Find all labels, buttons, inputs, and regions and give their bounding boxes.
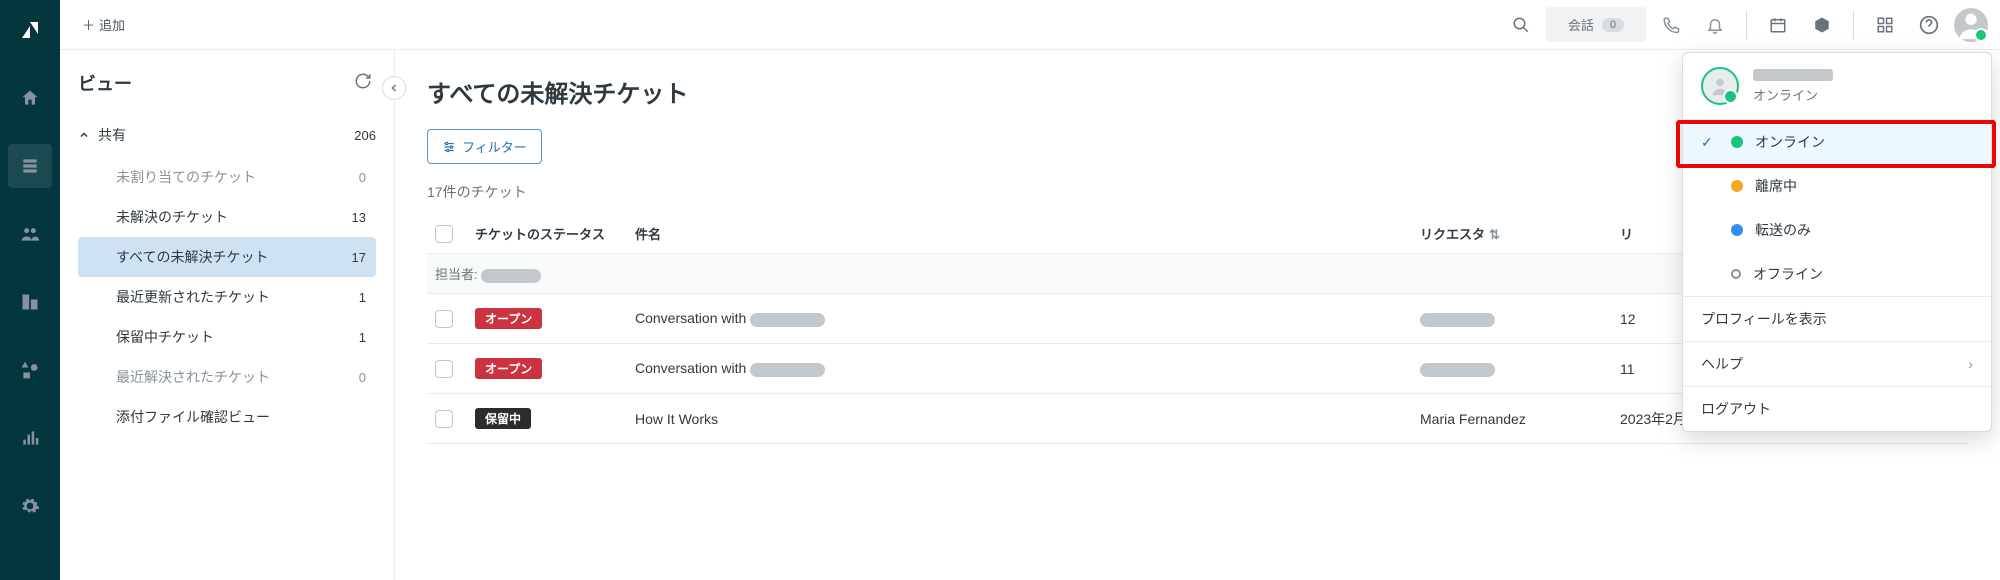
profile-avatar-button[interactable] — [1954, 8, 1988, 42]
status-badge: オープン — [475, 358, 542, 379]
phone-icon[interactable] — [1652, 6, 1690, 44]
add-label: 追加 — [99, 15, 125, 34]
refresh-button[interactable] — [350, 68, 376, 97]
rail-customers-icon[interactable] — [8, 212, 52, 256]
apps-icon[interactable] — [1866, 6, 1904, 44]
status-label: 離席中 — [1755, 176, 1797, 196]
help-label: ヘルプ — [1701, 354, 1743, 374]
online-dot-icon — [1731, 136, 1743, 148]
plus-icon: ＋ — [82, 15, 95, 34]
help-item[interactable]: ヘルプ › — [1683, 342, 1991, 386]
view-item-unassigned[interactable]: 未割り当てのチケット0 — [78, 157, 376, 197]
subject: Conversation with — [635, 360, 746, 376]
subject: Conversation with — [635, 310, 746, 326]
status-label: オフライン — [1753, 264, 1823, 284]
package-icon[interactable] — [1803, 6, 1841, 44]
row-checkbox[interactable] — [435, 360, 453, 378]
conversation-count: 0 — [1602, 18, 1624, 32]
logout-label: ログアウト — [1701, 399, 1771, 419]
group-label: 担当者: — [435, 267, 478, 282]
help-icon[interactable] — [1910, 6, 1948, 44]
view-item-unresolved[interactable]: 未解決のチケット13 — [78, 197, 376, 237]
redacted-name — [1753, 69, 1833, 81]
calendar-icon[interactable] — [1759, 6, 1797, 44]
group-shared[interactable]: 共有 206 — [78, 117, 376, 153]
view-profile-item[interactable]: プロフィールを表示 — [1683, 297, 1991, 341]
rail-settings-icon[interactable] — [8, 484, 52, 528]
logout-item[interactable]: ログアウト — [1683, 387, 1991, 431]
chevron-down-icon — [78, 129, 90, 141]
cell-requester: Maria Fernandez — [1420, 411, 1620, 427]
avatar-icon — [1701, 67, 1739, 105]
select-all-checkbox[interactable] — [435, 225, 453, 243]
redacted-text — [750, 363, 825, 377]
transfer-dot-icon — [1731, 224, 1743, 236]
view-item-recently-solved[interactable]: 最近解決されたチケット0 — [78, 357, 376, 397]
redacted-text — [481, 269, 541, 283]
check-icon: ✓ — [1701, 134, 1719, 151]
dropdown-profile-section: オンライン — [1683, 53, 1991, 119]
row-checkbox[interactable] — [435, 310, 453, 328]
search-icon[interactable] — [1502, 6, 1540, 44]
redacted-text — [1420, 363, 1495, 377]
current-status-label: オンライン — [1753, 85, 1833, 104]
sidebar-title: ビュー — [78, 70, 132, 96]
view-item-all-unresolved[interactable]: すべての未解決チケット17 — [78, 237, 376, 277]
col-status[interactable]: チケットのステータス — [475, 224, 635, 243]
status-label: オンライン — [1755, 132, 1825, 152]
col-requester[interactable]: リクエスタ⇅ — [1420, 224, 1620, 243]
filter-icon — [442, 140, 456, 154]
col-subject[interactable]: 件名 — [635, 224, 1420, 243]
redacted-text — [750, 313, 825, 327]
group-label: 共有 — [98, 125, 126, 145]
status-option-transfer[interactable]: 転送のみ — [1683, 208, 1991, 252]
rail-home-icon[interactable] — [8, 76, 52, 120]
profile-dropdown: オンライン ✓ オンライン 離席中 転送のみ — [1682, 52, 1992, 432]
view-list: 未割り当てのチケット0 未解決のチケット13 すべての未解決チケット17 最近更… — [78, 157, 376, 437]
status-option-away[interactable]: 離席中 — [1683, 164, 1991, 208]
left-nav-rail — [0, 0, 60, 580]
status-badge: オープン — [475, 308, 542, 329]
sort-icon: ⇅ — [1489, 227, 1500, 242]
bell-icon[interactable] — [1696, 6, 1734, 44]
view-item-pending[interactable]: 保留中チケット1 — [78, 317, 376, 357]
status-label: 転送のみ — [1755, 220, 1811, 240]
collapse-sidebar-button[interactable] — [382, 76, 406, 100]
add-button[interactable]: ＋ 追加 — [72, 9, 135, 40]
rail-reports-icon[interactable] — [8, 416, 52, 460]
status-badge: 保留中 — [475, 408, 531, 429]
row-checkbox[interactable] — [435, 410, 453, 428]
view-item-attachments[interactable]: 添付ファイル確認ビュー — [78, 397, 376, 437]
away-dot-icon — [1731, 180, 1743, 192]
group-count: 206 — [354, 128, 376, 143]
status-option-offline[interactable]: オフライン — [1683, 252, 1991, 296]
subject: How It Works — [635, 411, 1420, 427]
rail-views-icon[interactable] — [8, 144, 52, 188]
conversation-button[interactable]: 会話 0 — [1546, 7, 1646, 42]
redacted-text — [1420, 313, 1495, 327]
view-profile-label: プロフィールを表示 — [1701, 309, 1827, 329]
filter-button[interactable]: フィルター — [427, 129, 542, 164]
views-sidebar: ビュー 共有 206 未割り当てのチケット0 未解決のチケット13 すべての未解… — [60, 50, 395, 580]
rail-shapes-icon[interactable] — [8, 348, 52, 392]
conversation-label: 会話 — [1568, 15, 1594, 34]
divider — [1853, 11, 1854, 39]
divider — [1746, 11, 1747, 39]
topbar: ＋ 追加 会話 0 — [60, 0, 2000, 50]
view-item-recently-updated[interactable]: 最近更新されたチケット1 — [78, 277, 376, 317]
status-option-online[interactable]: ✓ オンライン — [1683, 120, 1991, 164]
chevron-right-icon: › — [1968, 356, 1973, 372]
filter-label: フィルター — [462, 137, 527, 156]
rail-org-icon[interactable] — [8, 280, 52, 324]
offline-dot-icon — [1731, 269, 1741, 279]
rail-logo-icon[interactable] — [8, 8, 52, 52]
